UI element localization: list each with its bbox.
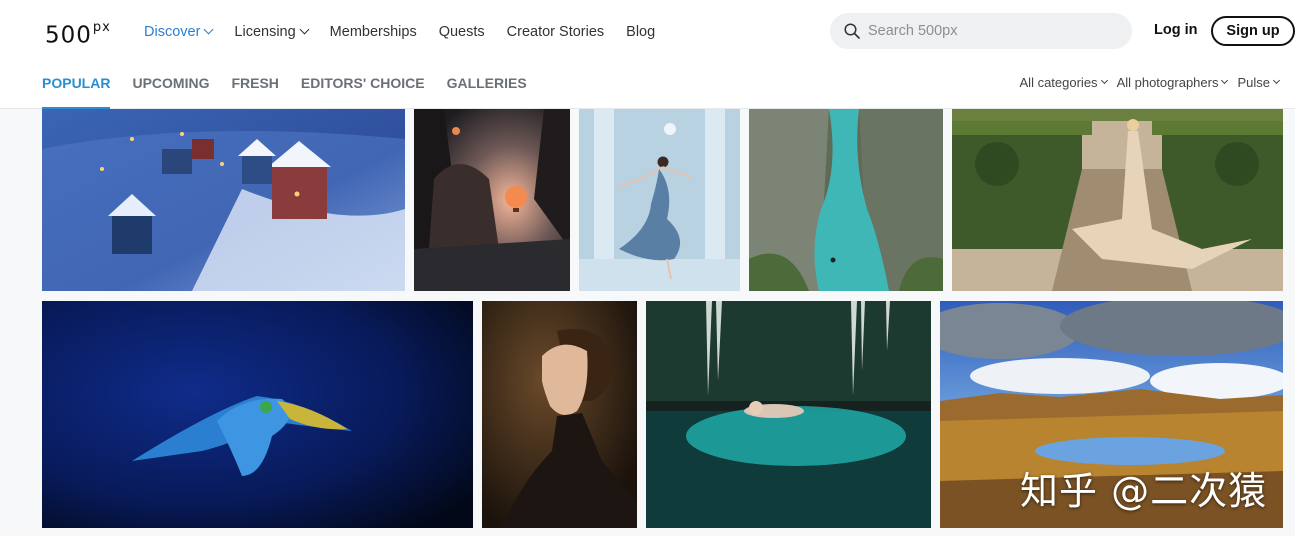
feed-tabs: POPULAR UPCOMING FRESH EDITORS' CHOICE G… — [42, 75, 549, 110]
chevron-down-icon — [299, 24, 310, 34]
feed-filters: All categories All photographers Pulse — [1010, 75, 1281, 90]
photo-cave-water[interactable] — [646, 301, 931, 528]
tab-galleries[interactable]: GALLERIES — [447, 75, 527, 109]
signup-button[interactable]: Sign up — [1211, 16, 1295, 46]
main-nav: Discover Licensing Memberships Quests Cr… — [144, 22, 677, 42]
site-logo[interactable]: 500px — [45, 18, 111, 49]
nav-creator-stories[interactable]: Creator Stories — [507, 24, 605, 40]
nav-memberships[interactable]: Memberships — [330, 24, 417, 40]
nav-licensing[interactable]: Licensing — [234, 24, 310, 40]
chevron-down-icon — [203, 24, 214, 34]
chevron-down-icon — [1221, 76, 1229, 85]
top-navigation-bar: 500px Discover Licensing Memberships Que… — [0, 0, 1295, 110]
tab-fresh[interactable]: FRESH — [231, 75, 278, 109]
filter-sort[interactable]: Pulse — [1237, 75, 1281, 90]
search-bar[interactable] — [830, 13, 1132, 49]
tab-editors-choice[interactable]: EDITORS' CHOICE — [301, 75, 425, 109]
filter-categories[interactable]: All categories — [1020, 75, 1108, 90]
nav-discover[interactable]: Discover — [144, 24, 214, 40]
photo-dancer[interactable] — [579, 109, 740, 291]
nav-blog[interactable]: Blog — [626, 24, 655, 40]
search-icon — [844, 23, 860, 39]
login-button[interactable]: Log in — [1154, 22, 1198, 38]
tab-popular[interactable]: POPULAR — [42, 75, 111, 110]
photo-woman-portrait[interactable] — [482, 301, 637, 528]
chevron-down-icon — [1100, 76, 1108, 85]
filter-photographers[interactable]: All photographers — [1117, 75, 1229, 90]
search-input[interactable] — [868, 23, 1108, 39]
photo-balloon-rocks[interactable] — [414, 109, 570, 291]
tab-upcoming[interactable]: UPCOMING — [132, 75, 209, 109]
photo-snowy-village[interactable] — [42, 109, 405, 291]
photo-hedge-maze[interactable] — [952, 109, 1283, 291]
watermark-text: 知乎 @二次猿 — [1020, 469, 1268, 513]
chevron-down-icon — [1272, 76, 1281, 85]
photo-river-canyon[interactable] — [749, 109, 943, 291]
nav-quests[interactable]: Quests — [439, 24, 485, 40]
photo-macaw[interactable] — [42, 301, 473, 528]
